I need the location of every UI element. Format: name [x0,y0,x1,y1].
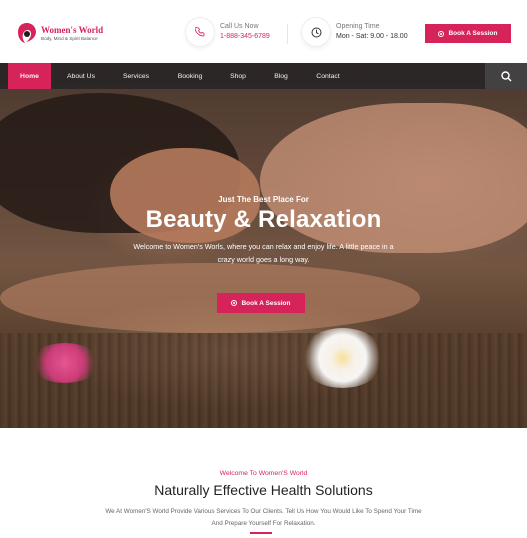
hero-banner: Just The Best Place For Beauty & Relaxat… [0,63,527,428]
section-title: Naturally Effective Health Solutions [154,482,373,498]
search-icon [500,70,512,82]
call-label: Call Us Now [220,23,259,30]
book-session-header-button[interactable]: Book A Session [425,24,511,43]
call-us-block: Call Us Now 1-888-345-6789 [186,18,270,46]
site-header: Women's World Body, Mind & Spirit Balanc… [0,0,527,63]
nav-item-booking[interactable]: Booking [166,63,214,89]
welcome-section: Welcome To Women'S World Naturally Effec… [0,428,527,538]
target-icon [438,30,445,37]
nav-item-blog[interactable]: Blog [263,63,299,89]
woman-face-logo-icon [17,22,37,44]
logo-subtitle: Body, Mind & Spirit Balance [41,35,98,41]
phone-number[interactable]: 1-888-345-6789 [220,32,270,42]
header-divider [287,24,288,44]
target-icon [231,300,238,306]
logo-title: Women's World [41,24,104,35]
logo[interactable]: Women's World Body, Mind & Spirit Balanc… [17,22,103,44]
nav-item-about-us[interactable]: About Us [57,63,105,89]
opening-hours: Mon - Sat: 9.00 - 18.00 [336,33,408,40]
book-session-hero-button[interactable]: Book A Session [217,293,305,313]
phone-icon [186,18,214,46]
nav-item-services[interactable]: Services [112,63,160,89]
hero-title: Beauty & Relaxation [145,206,382,233]
clock-icon [302,18,330,46]
nav-item-home[interactable]: Home [8,63,51,89]
opening-label: Opening Time [336,23,380,30]
search-button[interactable] [485,63,527,89]
hero-kicker: Just The Best Place For [218,195,309,204]
section-text: We At Women'S World Provide Various Serv… [105,508,422,527]
opening-time-block: Opening Time Mon - Sat: 9.00 - 18.00 [302,18,408,46]
hero-content: Just The Best Place For Beauty & Relaxat… [0,63,527,428]
book-session-hero-label: Book A Session [241,299,291,307]
section-kicker: Welcome To Women'S World [219,470,308,477]
hero-description: Welcome to Women's Worls, where you can … [133,242,394,264]
section-divider [250,532,272,534]
book-session-label: Book A Session [448,30,498,37]
main-nav: Home About Us Services Booking Shop Blog… [0,63,527,89]
nav-item-contact[interactable]: Contact [306,63,350,89]
nav-item-shop[interactable]: Shop [220,63,256,89]
